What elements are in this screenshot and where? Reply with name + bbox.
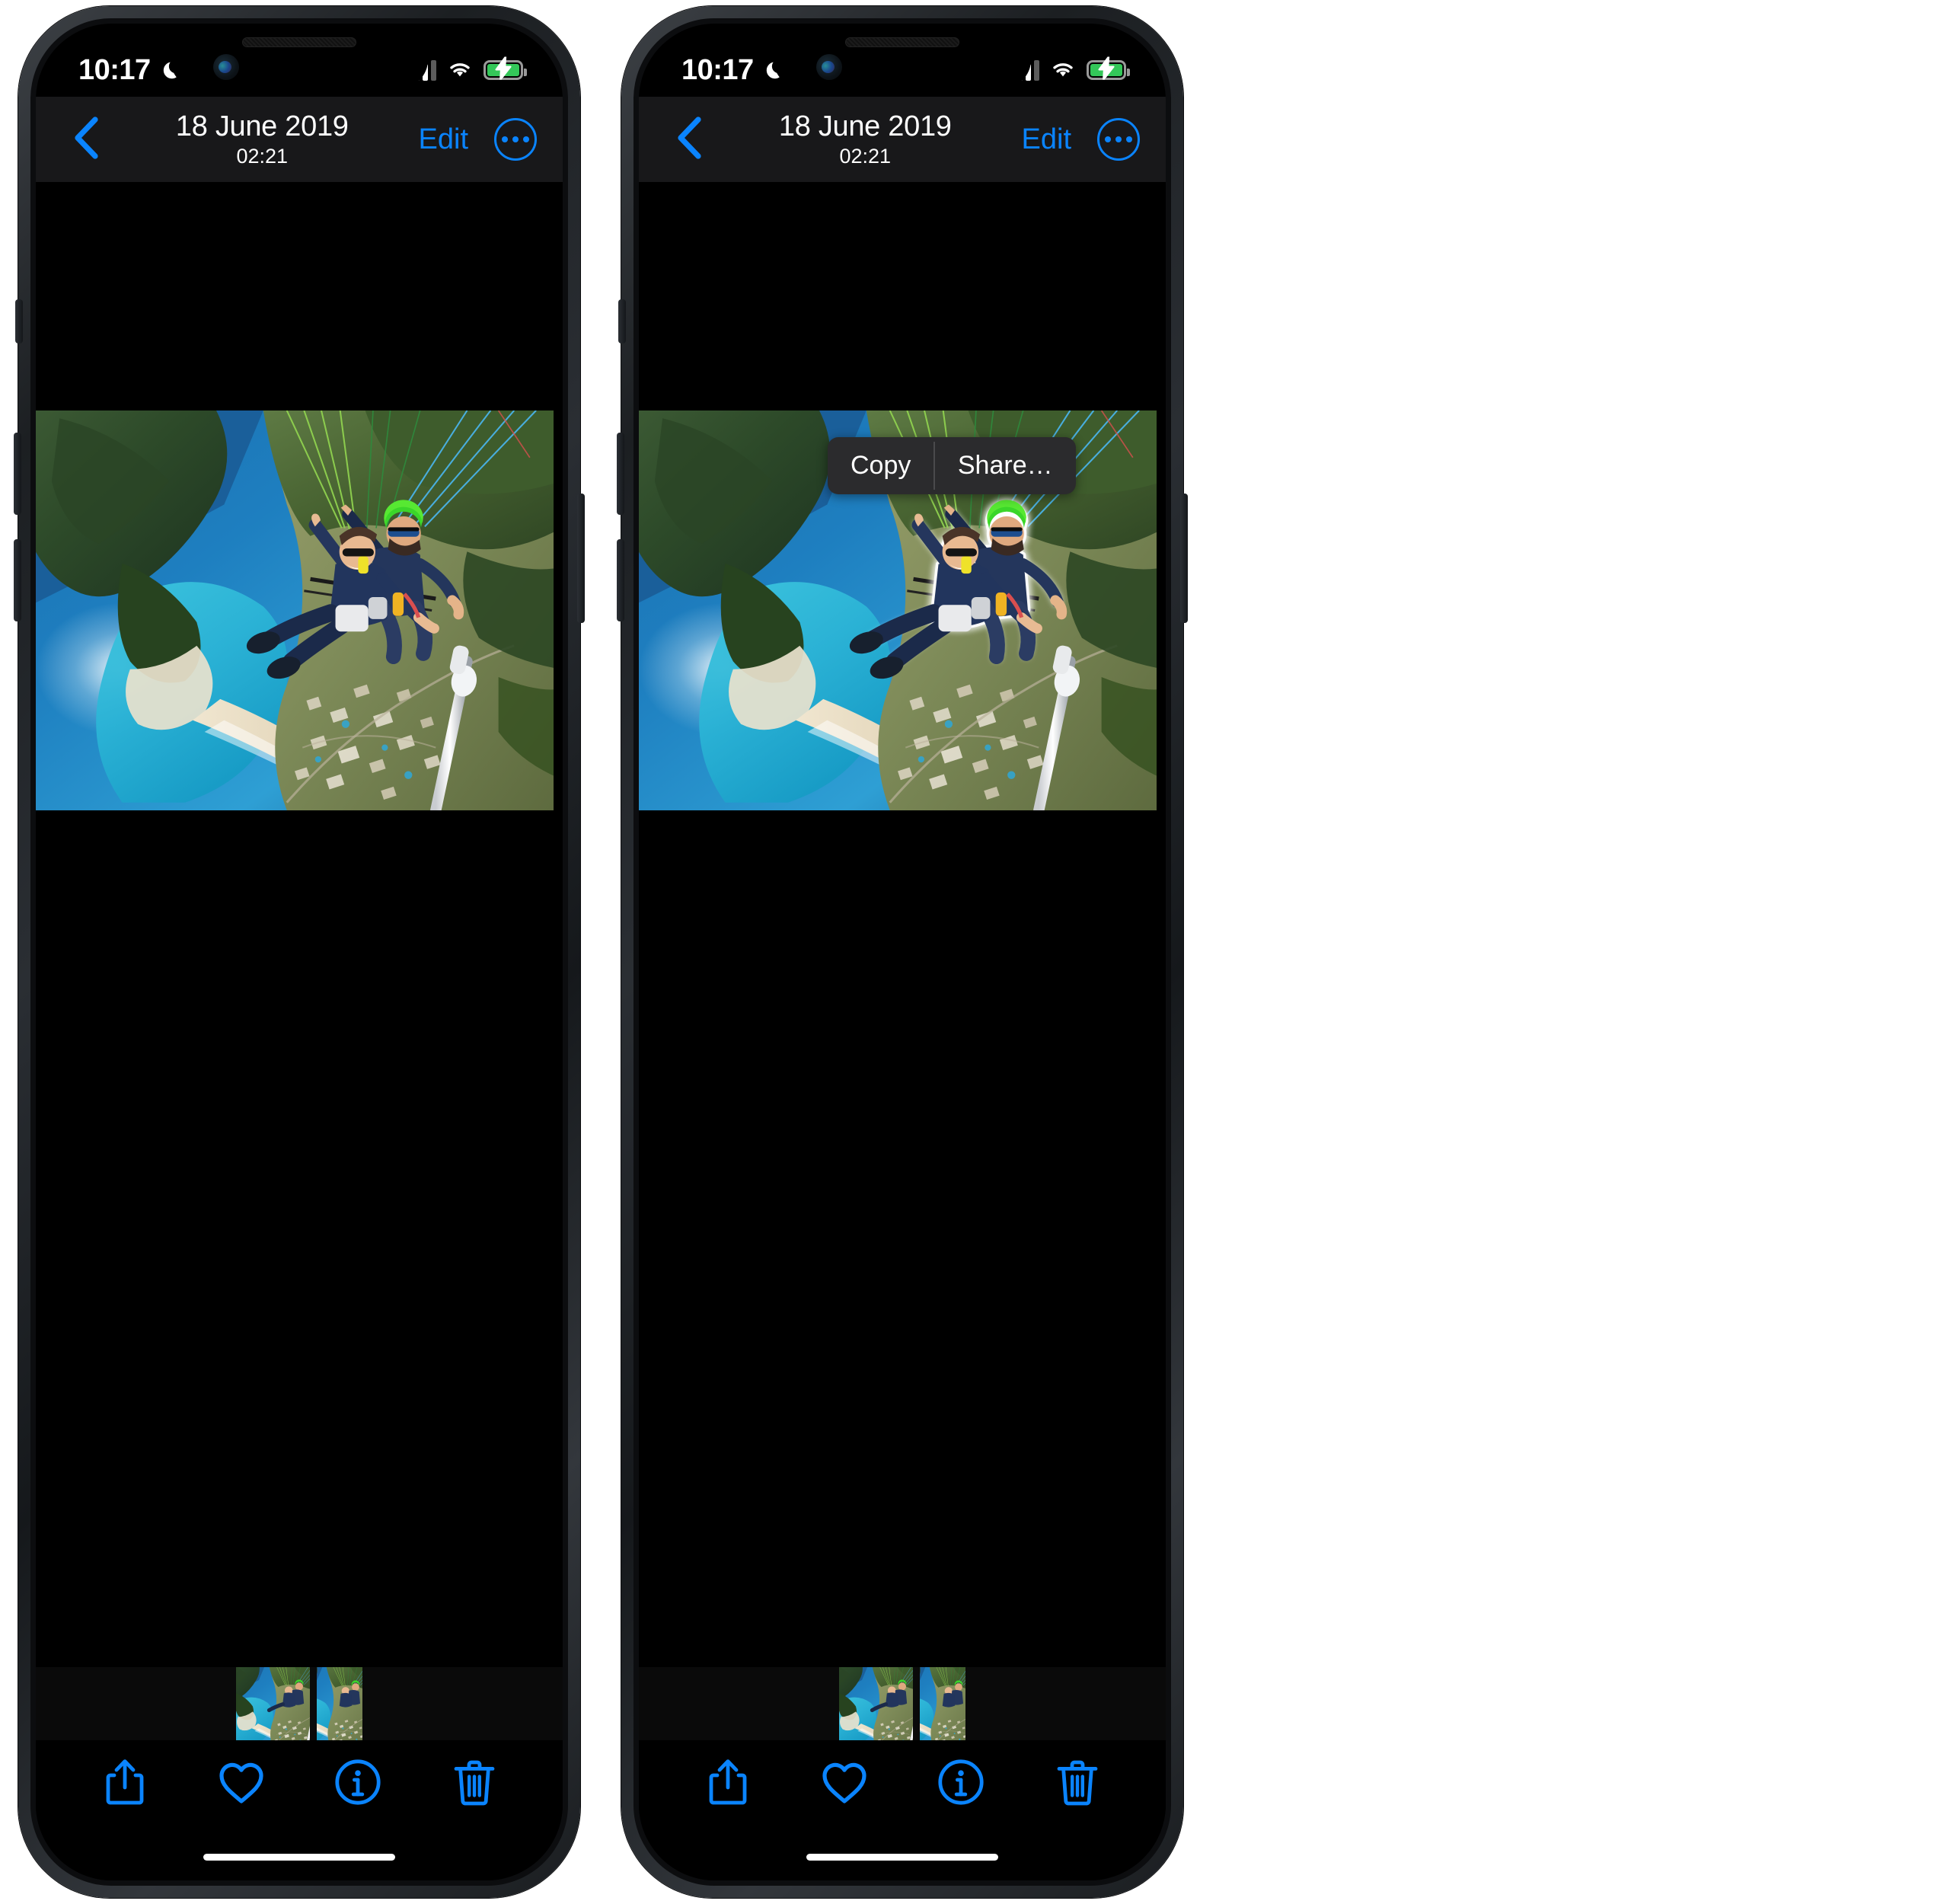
navigation-bar: 18 June 2019 02:21 Edit [36, 97, 563, 182]
photo-content-area: Copy Share… [639, 182, 1166, 1880]
edit-button[interactable]: Edit [1022, 123, 1071, 156]
trash-icon[interactable] [1047, 1752, 1108, 1813]
photo-content-area [36, 182, 563, 1880]
front-camera [816, 54, 842, 80]
volume-down-button[interactable] [617, 539, 624, 621]
wifi-icon [1050, 59, 1076, 82]
volume-down-button[interactable] [14, 539, 21, 621]
battery-charging-icon [484, 56, 527, 81]
heart-icon[interactable] [814, 1752, 875, 1813]
ellipsis-circle-icon[interactable] [494, 118, 537, 161]
photo-date: 18 June 2019 [175, 110, 349, 143]
mute-switch[interactable] [15, 299, 23, 343]
power-button[interactable] [577, 494, 585, 623]
trash-icon[interactable] [444, 1752, 505, 1813]
thumbnail-1[interactable] [839, 1667, 913, 1740]
power-button[interactable] [1180, 494, 1188, 623]
ellipsis-circle-icon[interactable] [1097, 118, 1140, 161]
share-icon[interactable] [94, 1752, 155, 1813]
status-bar-left: 10:17 [681, 54, 786, 87]
photo-date: 18 June 2019 [778, 110, 952, 143]
phone-right: 10:17 18 June 2019 02:21 Edit Copy Share… [617, 6, 1188, 1898]
share-icon[interactable] [697, 1752, 758, 1813]
phone-bezel: 10:17 [30, 18, 568, 1886]
photo-viewer[interactable] [36, 411, 563, 810]
share-menu-item[interactable]: Share… [935, 437, 1076, 494]
context-menu: Copy Share… [828, 437, 1076, 494]
page-title: 18 June 2019 02:21 [709, 111, 1022, 168]
wifi-icon [447, 59, 473, 82]
display-notch [774, 24, 1031, 88]
phone-left: 10:17 18 June 2019 02:21 Edit [14, 6, 585, 1898]
bottom-toolbar [639, 1740, 1166, 1824]
nav-actions: Edit [1022, 118, 1140, 161]
edit-button[interactable]: Edit [419, 123, 468, 156]
photo-image [36, 411, 563, 810]
photo-time: 02:21 [236, 145, 289, 168]
heart-icon[interactable] [211, 1752, 272, 1813]
photo-viewer[interactable]: Copy Share… [639, 411, 1166, 810]
info-circle-icon[interactable] [930, 1752, 991, 1813]
earpiece-speaker [845, 37, 959, 47]
copy-menu-item[interactable]: Copy [828, 437, 933, 494]
chevron-left-icon [73, 116, 99, 163]
thumbnail-strip[interactable] [639, 1667, 1166, 1740]
nav-actions: Edit [419, 118, 537, 161]
earpiece-speaker [242, 37, 356, 47]
navigation-bar: 18 June 2019 02:21 Edit [639, 97, 1166, 182]
volume-up-button[interactable] [14, 433, 21, 515]
thumbnail-1[interactable] [236, 1667, 310, 1740]
screenshot-stage: 10:17 18 June 2019 02:21 Edit 10:17 18 J… [0, 0, 1934, 1904]
thumbnail-2[interactable] [317, 1667, 362, 1740]
bottom-toolbar [36, 1740, 563, 1824]
status-time: 10:17 [681, 53, 754, 86]
thumbnail-2[interactable] [920, 1667, 965, 1740]
display-notch [171, 24, 428, 88]
battery-charging-icon [1087, 56, 1130, 81]
front-camera [213, 54, 239, 80]
chevron-left-icon [676, 116, 702, 163]
status-bar-left: 10:17 [78, 54, 183, 87]
status-time: 10:17 [78, 53, 151, 86]
phone-screen-left: 10:17 18 June 2019 02:21 Edit [36, 24, 563, 1880]
home-indicator[interactable] [203, 1854, 395, 1861]
phone-bezel: 10:17 [633, 18, 1171, 1886]
home-indicator[interactable] [806, 1854, 998, 1861]
mute-switch[interactable] [618, 299, 626, 343]
info-circle-icon[interactable] [327, 1752, 388, 1813]
photo-time: 02:21 [839, 145, 892, 168]
thumbnail-strip[interactable] [36, 1667, 563, 1740]
page-title: 18 June 2019 02:21 [106, 111, 419, 168]
volume-up-button[interactable] [617, 433, 624, 515]
phone-screen-right: 10:17 18 June 2019 02:21 Edit Copy Share… [639, 24, 1166, 1880]
